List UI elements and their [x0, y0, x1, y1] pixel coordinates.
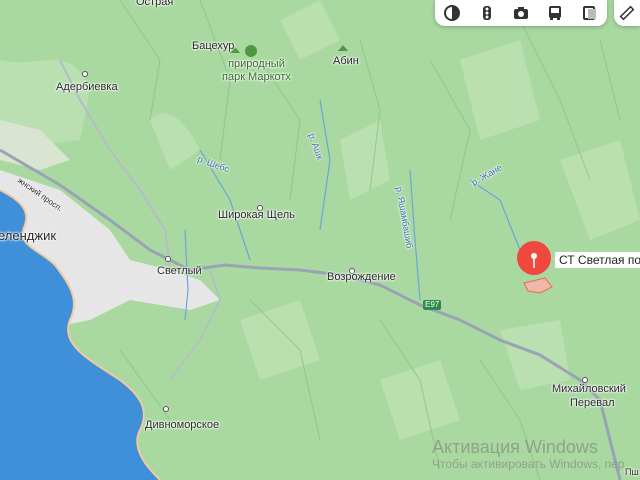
route-badge-e97: E97: [423, 300, 442, 310]
ruler-icon[interactable]: [614, 0, 640, 26]
traffic-icon[interactable]: [475, 1, 499, 25]
ruler-toggle-icon[interactable]: [578, 1, 602, 25]
panorama-icon[interactable]: [509, 1, 533, 25]
label-aderbievka: Адербиевка: [56, 81, 118, 93]
label-pshada: Пш: [625, 467, 639, 477]
pin-label[interactable]: СТ Светлая пол: [555, 252, 640, 268]
label-pereval: Перевал: [570, 397, 615, 409]
label-gelendzhik: еленджик: [0, 228, 57, 243]
windows-activation-watermark: Активация Windows Чтобы активировать Win…: [432, 437, 624, 471]
map-canvas[interactable]: [0, 0, 640, 480]
label-bacehur: Бацехур: [192, 40, 235, 52]
label-abin: Абин: [333, 55, 359, 67]
layers-icon[interactable]: [440, 1, 464, 25]
label-shirokaya: Широкая Щель: [218, 209, 295, 221]
watermark-title: Активация Windows: [432, 437, 598, 457]
label-svetly: Светлый: [157, 265, 202, 277]
label-mikhailovsky: Михайловский: [552, 383, 626, 395]
transport-icon[interactable]: [543, 1, 567, 25]
map-toolbar: [435, 0, 607, 26]
label-divnomorskoe: Дивноморское: [145, 419, 220, 431]
watermark-subtitle: Чтобы активировать Windows, пер: [432, 457, 625, 471]
label-ostraya: Острая: [136, 0, 174, 8]
location-pin[interactable]: [517, 241, 551, 275]
nature-park-icon: [245, 45, 257, 57]
label-vozrozhdenie: Возрождение: [327, 271, 396, 283]
label-park-markotkh: природный парк Маркотх: [222, 58, 291, 83]
